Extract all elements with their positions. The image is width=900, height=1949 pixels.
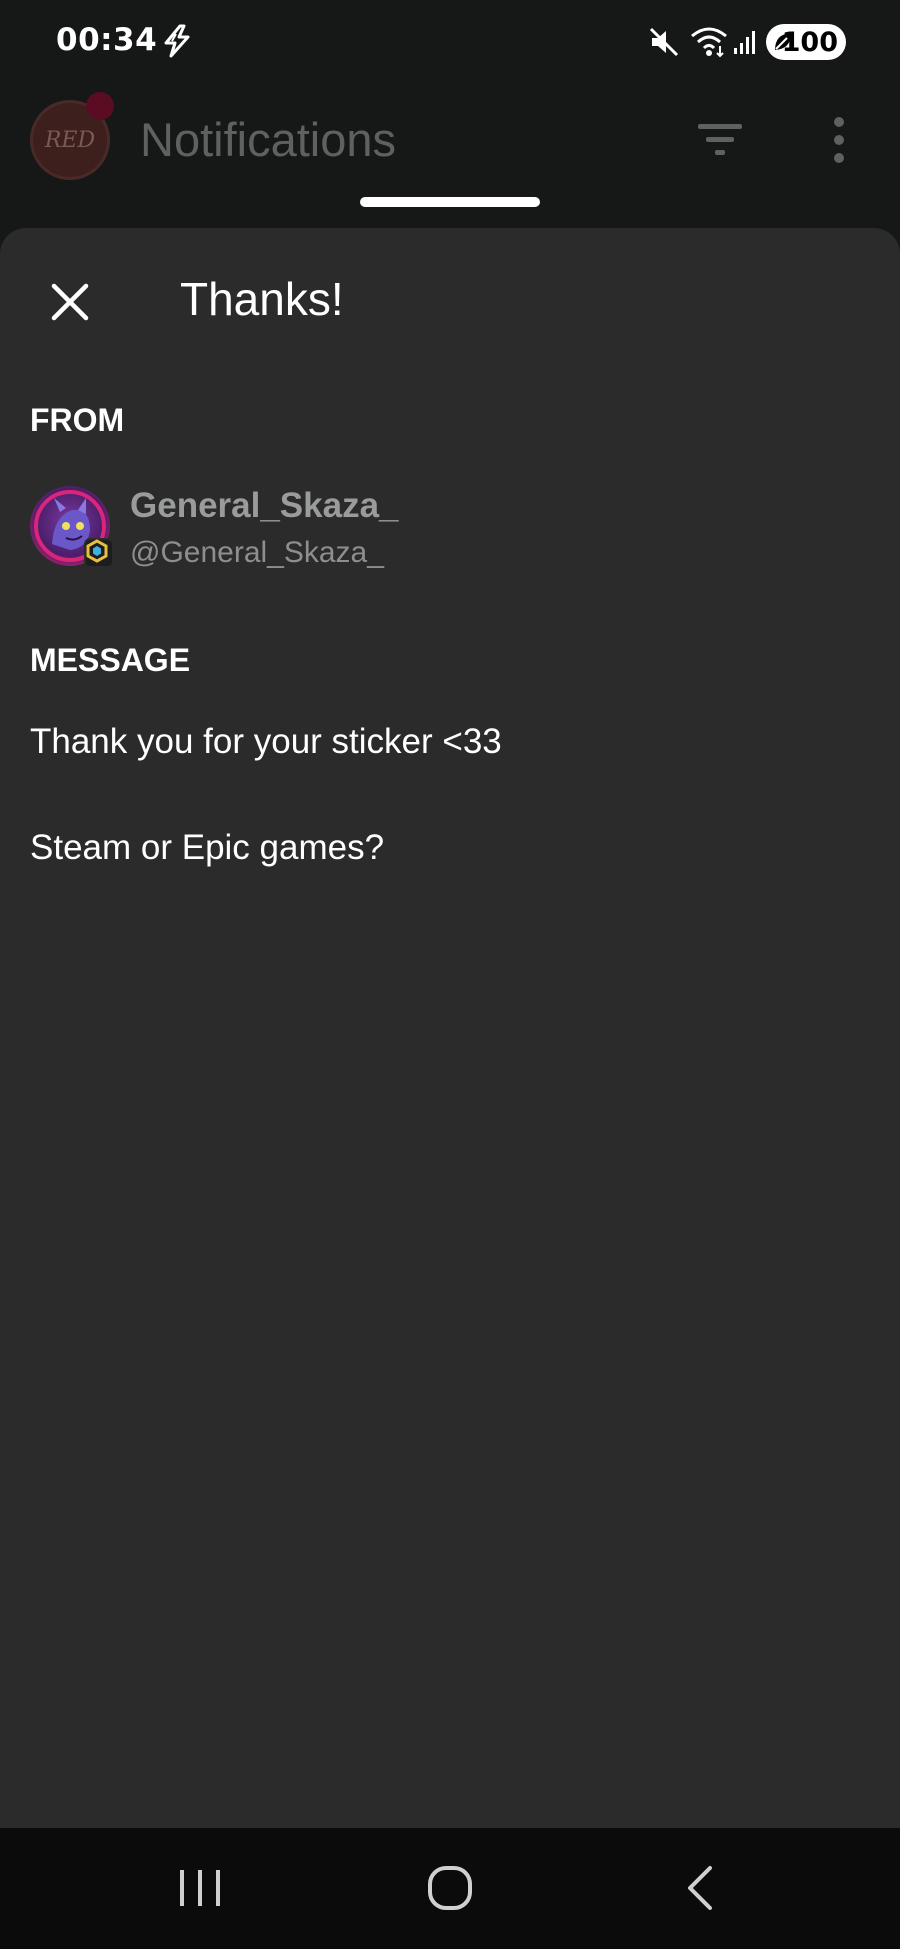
sheet-drag-handle[interactable] <box>360 197 540 207</box>
close-icon <box>51 283 89 321</box>
more-vertical-icon[interactable] <box>826 116 852 164</box>
from-label: FROM <box>30 402 125 438</box>
screen: 00:34 100 RED Notifications Thanks! FROM… <box>0 0 900 1949</box>
notification-detail-sheet: Thanks! FROM General_Skaza_ @General_Ska… <box>0 228 900 1828</box>
sender-profile[interactable]: General_Skaza_ @General_Skaza_ <box>30 486 530 586</box>
app-logo-text: RED <box>44 127 96 153</box>
sender-name: General_Skaza_ <box>130 486 399 525</box>
home-icon[interactable] <box>426 1864 474 1912</box>
system-navigation-bar <box>0 1828 900 1949</box>
back-icon[interactable] <box>680 1864 720 1912</box>
notification-badge <box>86 92 114 120</box>
sender-handle: @General_Skaza_ <box>130 536 384 569</box>
status-time: 00:34 <box>56 22 158 58</box>
status-bar: 00:34 100 <box>0 0 900 86</box>
wifi-icon <box>691 27 727 58</box>
verified-badge-icon <box>84 538 114 568</box>
mute-icon <box>649 27 679 57</box>
flash-icon <box>164 24 190 58</box>
message-text-line: Thank you for your sticker <33 <box>30 722 502 761</box>
message-text-line: Steam or Epic games? <box>30 828 385 867</box>
close-button[interactable] <box>40 272 100 332</box>
signal-icon <box>734 31 755 54</box>
recents-icon[interactable] <box>172 1868 228 1908</box>
sheet-title: Thanks! <box>180 273 344 325</box>
page-title: Notifications <box>140 113 396 166</box>
battery-saver-icon <box>775 33 791 50</box>
filter-icon[interactable] <box>696 120 744 160</box>
message-label: MESSAGE <box>30 642 191 678</box>
battery-indicator: 100 <box>766 24 846 60</box>
